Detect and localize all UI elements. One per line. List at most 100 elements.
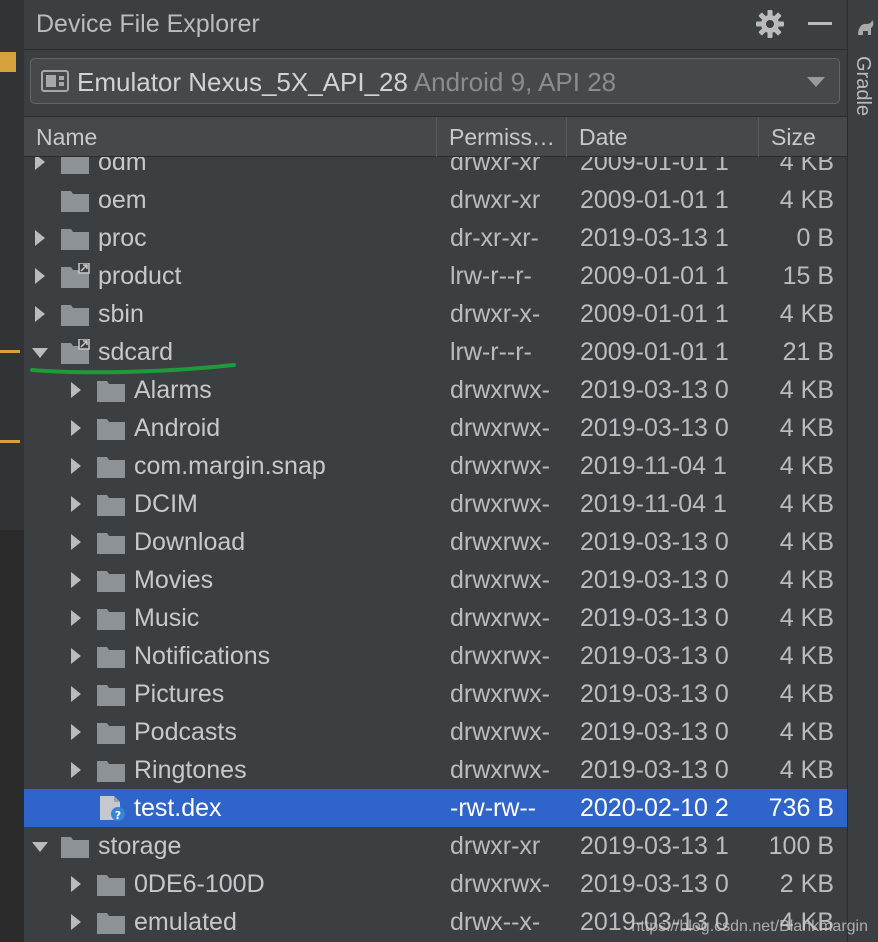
file-name: Notifications [134, 642, 271, 670]
editor-gutter-upper [0, 0, 24, 530]
file-row[interactable]: proc dr-xr-xr- 2019-03-13 1 0 B [24, 219, 847, 257]
expand-arrow-right-icon[interactable] [66, 561, 86, 599]
column-header-date[interactable]: Date [567, 117, 759, 157]
file-row[interactable]: com.margin.snap drwxrwx- 2019-11-04 1 4 KB [24, 447, 847, 485]
column-header-permissions[interactable]: Permiss… [437, 117, 567, 157]
file-row[interactable]: Notifications drwxrwx- 2019-03-13 0 4 KB [24, 637, 847, 675]
file-size: 4 KB [779, 528, 834, 556]
device-file-explorer-panel: Device File Explorer Emulator Nexus_5X_A… [24, 0, 847, 942]
device-name: Emulator Nexus_5X_API_28 Android 9, API … [77, 67, 616, 98]
file-name: 0DE6-100D [134, 870, 265, 898]
file-size: 4 KB [779, 490, 834, 518]
file-row[interactable]: 0DE6-100D drwxrwx- 2019-03-13 0 2 KB [24, 865, 847, 903]
folder-icon [96, 909, 126, 935]
file-date: 2019-03-13 0 [580, 566, 729, 594]
column-header-size[interactable]: Size [759, 117, 847, 157]
expand-arrow-right-icon[interactable] [66, 637, 86, 675]
editor-gutter [0, 0, 24, 942]
device-detail: Android 9, API 28 [413, 67, 617, 97]
file-row[interactable]: Alarms drwxrwx- 2019-03-13 0 4 KB [24, 371, 847, 409]
file-name: oem [98, 186, 147, 214]
file-name: storage [98, 832, 182, 860]
file-size: 0 B [796, 224, 834, 252]
file-permissions: drwxrwx- [450, 870, 550, 898]
file-name: Podcasts [134, 718, 237, 746]
expand-arrow-right-icon[interactable] [66, 713, 86, 751]
file-name: emulated [134, 908, 237, 936]
expand-arrow-right-icon[interactable] [66, 371, 86, 409]
expand-arrow-right-icon[interactable] [66, 599, 86, 637]
expand-arrow-down-icon[interactable] [30, 827, 50, 865]
file-permissions: lrw-r--r- [450, 338, 532, 366]
expand-arrow-right-icon[interactable] [66, 675, 86, 713]
file-row[interactable]: DCIM drwxrwx- 2019-11-04 1 4 KB [24, 485, 847, 523]
file-row[interactable]: product lrw-r--r- 2009-01-01 1 15 B [24, 257, 847, 295]
panel-titlebar: Device File Explorer [24, 0, 847, 50]
file-date: 2019-03-13 0 [580, 528, 729, 556]
file-name: Movies [134, 566, 214, 594]
file-name: product [98, 262, 182, 290]
file-permissions: drwxrwx- [450, 642, 550, 670]
folder-icon [60, 833, 90, 859]
file-row[interactable]: Download drwxrwx- 2019-03-13 0 4 KB [24, 523, 847, 561]
file-permissions: lrw-r--r- [450, 262, 532, 290]
minimize-icon[interactable] [808, 22, 832, 25]
gradle-icon[interactable] [855, 18, 875, 38]
file-row[interactable]: Android drwxrwx- 2019-03-13 0 4 KB [24, 409, 847, 447]
file-permissions: drwxrwx- [450, 490, 550, 518]
file-size: 4 KB [779, 452, 834, 480]
file-date: 2019-11-04 1 [580, 490, 727, 518]
file-date: 2009-01-01 1 [580, 338, 729, 366]
file-row[interactable]: storage drwxr-xr 2019-03-13 1 100 B [24, 827, 847, 865]
file-row[interactable]: ? test.dex -rw-rw-- 2020-02-10 2 736 B [24, 789, 847, 827]
file-permissions: drwxrwx- [450, 376, 550, 404]
expand-arrow-right-icon[interactable] [66, 903, 86, 941]
file-permissions: drwxrwx- [450, 566, 550, 594]
file-row[interactable]: Pictures drwxrwx- 2019-03-13 0 4 KB [24, 675, 847, 713]
file-date: 2019-03-13 1 [580, 224, 729, 252]
expand-arrow-right-icon[interactable] [30, 295, 50, 333]
expand-arrow-right-icon[interactable] [66, 751, 86, 789]
annotation-underline [30, 363, 236, 375]
file-row[interactable]: sbin drwxr-x- 2009-01-01 1 4 KB [24, 295, 847, 333]
file-size: 4 KB [779, 414, 834, 442]
file-permissions: drwxrwx- [450, 604, 550, 632]
file-row[interactable]: Movies drwxrwx- 2019-03-13 0 4 KB [24, 561, 847, 599]
gear-icon[interactable] [754, 8, 786, 40]
file-row[interactable]: odm drwxr-xr 2009-01-01 1 4 KB [24, 157, 847, 181]
expand-arrow-right-icon[interactable] [66, 409, 86, 447]
gradle-tab-label[interactable]: Gradle [851, 56, 874, 116]
file-row[interactable]: Podcasts drwxrwx- 2019-03-13 0 4 KB [24, 713, 847, 751]
file-date: 2019-03-13 0 [580, 376, 729, 404]
gutter-marker [0, 440, 20, 443]
file-row[interactable]: Ringtones drwxrwx- 2019-03-13 0 4 KB [24, 751, 847, 789]
file-name: Ringtones [134, 756, 247, 784]
expand-arrow-right-icon[interactable] [30, 219, 50, 257]
file-permissions: -rw-rw-- [450, 794, 537, 822]
file-permissions: drwxrwx- [450, 414, 550, 442]
expand-arrow-right-icon[interactable] [66, 485, 86, 523]
file-permissions: drwxr-xr [450, 832, 541, 860]
file-size: 4 KB [779, 376, 834, 404]
file-row[interactable]: Music drwxrwx- 2019-03-13 0 4 KB [24, 599, 847, 637]
file-permissions: drwxr-xr [450, 157, 541, 176]
chevron-down-icon[interactable] [807, 77, 825, 87]
expand-arrow-right-icon[interactable] [30, 257, 50, 295]
device-selector[interactable]: Emulator Nexus_5X_API_28 Android 9, API … [30, 58, 840, 104]
file-name: test.dex [134, 794, 222, 822]
expand-arrow-right-icon[interactable] [66, 523, 86, 561]
expand-arrow-right-icon[interactable] [66, 447, 86, 485]
file-row[interactable]: oem drwxr-xr 2009-01-01 1 4 KB [24, 181, 847, 219]
folder-icon [96, 415, 126, 441]
file-size: 4 KB [779, 157, 834, 176]
file-size: 4 KB [779, 566, 834, 594]
file-permissions: drwxrwx- [450, 718, 550, 746]
expand-arrow-right-icon[interactable] [66, 865, 86, 903]
table-header: Name Permiss… Date Size [24, 116, 847, 157]
column-header-name[interactable]: Name [24, 117, 437, 157]
device-icon [41, 70, 69, 92]
file-size: 4 KB [779, 680, 834, 708]
expand-arrow-right-icon[interactable] [30, 157, 50, 181]
file-name: Alarms [134, 376, 212, 404]
svg-text:?: ? [115, 809, 121, 821]
